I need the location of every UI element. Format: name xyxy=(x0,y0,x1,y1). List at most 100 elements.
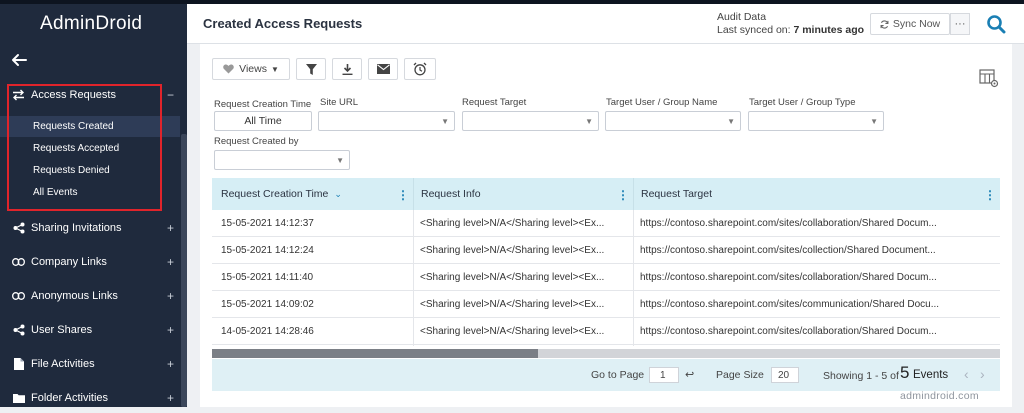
caret-down-icon: ▼ xyxy=(336,156,344,165)
sync-icon xyxy=(880,19,889,29)
link-icon xyxy=(12,256,25,269)
table-row[interactable]: 14-05-2021 14:28:46 <Sharing level>N/A</… xyxy=(212,318,1000,345)
expand-icon[interactable]: + xyxy=(167,391,174,405)
caret-down-icon: ▼ xyxy=(727,117,735,126)
filter-label-target-user-group-name: Target User / Group Name xyxy=(606,97,718,108)
cell-request-info: <Sharing level>N/A</Sharing level><Ex... xyxy=(420,245,605,256)
page-size-input[interactable]: 20 xyxy=(771,367,799,383)
column-settings-icon[interactable] xyxy=(979,68,999,88)
column-header-request-target[interactable]: Request Target ⋮ xyxy=(633,178,1000,210)
page-title: Created Access Requests xyxy=(203,16,363,31)
column-menu-icon[interactable]: ⋮ xyxy=(617,188,629,202)
cell-request-target: https://contoso.sharepoint.com/sites/col… xyxy=(640,326,937,337)
cell-creation-time: 15-05-2021 14:09:02 xyxy=(221,299,314,310)
sidebar-item-sharing-invitations[interactable]: Sharing Invitations + xyxy=(0,213,180,243)
table-row[interactable]: 15-05-2021 14:12:24 <Sharing level>N/A</… xyxy=(212,237,1000,264)
last-synced-text: Last synced on: 7 minutes ago xyxy=(717,24,865,36)
filter-label-target-user-group-type: Target User / Group Type xyxy=(749,97,856,108)
schedule-button[interactable] xyxy=(404,58,436,80)
email-button[interactable] xyxy=(368,58,398,80)
file-icon xyxy=(12,358,25,371)
cell-creation-time: 15-05-2021 14:12:37 xyxy=(221,218,314,229)
table-row[interactable]: 15-05-2021 14:12:37 <Sharing level>N/A</… xyxy=(212,210,1000,237)
sidebar-scrollbar-thumb[interactable] xyxy=(181,134,187,407)
enter-icon[interactable]: ↩ xyxy=(685,368,694,381)
request-creation-time-filter[interactable]: All Time xyxy=(214,111,312,131)
showing-prefix: Showing 1 - 5 of xyxy=(823,370,899,382)
highlight-box xyxy=(7,84,162,211)
column-header-request-creation-time[interactable]: Request Creation Time ⌄ ⋮ xyxy=(212,178,413,210)
export-button[interactable] xyxy=(332,58,362,80)
filter-label-request-created-by: Request Created by xyxy=(214,136,299,147)
download-icon xyxy=(342,63,353,75)
filter-icon xyxy=(305,63,317,75)
audit-info: Audit Data Last synced on: 7 minutes ago xyxy=(717,11,864,37)
column-divider xyxy=(413,210,414,346)
expand-icon[interactable]: + xyxy=(167,221,174,235)
filter-label-site-url: Site URL xyxy=(320,97,359,108)
sidebar-item-folder-activities[interactable]: Folder Activities + xyxy=(0,383,180,413)
go-to-page-label: Go to Page xyxy=(591,369,645,381)
cell-request-info: <Sharing level>N/A</Sharing level><Ex... xyxy=(420,218,605,229)
column-menu-icon[interactable]: ⋮ xyxy=(984,188,996,202)
sidebar-item-label: File Activities xyxy=(31,358,95,370)
request-created-by-filter[interactable]: ▼ xyxy=(214,150,350,170)
more-options-button[interactable]: ··· xyxy=(950,13,970,35)
collapse-icon[interactable]: − xyxy=(167,88,174,102)
filter-label-request-creation-time: Request Creation Time xyxy=(214,99,312,110)
sidebar-item-user-shares[interactable]: User Shares + xyxy=(0,315,180,345)
filter-label-request-target: Request Target xyxy=(462,97,527,108)
go-to-page-input[interactable]: 1 xyxy=(649,367,679,383)
heart-icon xyxy=(223,64,234,74)
sidebar-item-anonymous-links[interactable]: Anonymous Links + xyxy=(0,281,180,311)
page-header: Created Access Requests Audit Data Last … xyxy=(187,4,1024,44)
page-size-label: Page Size xyxy=(716,369,764,381)
sidebar-item-label: Anonymous Links xyxy=(31,290,118,302)
caret-down-icon: ▼ xyxy=(585,117,593,126)
sidebar-item-company-links[interactable]: Company Links + xyxy=(0,247,180,277)
search-icon[interactable] xyxy=(984,12,1008,36)
table-row[interactable]: 15-05-2021 14:11:40 <Sharing level>N/A</… xyxy=(212,264,1000,291)
sort-desc-icon[interactable]: ⌄ xyxy=(334,189,342,200)
sidebar-item-label: User Shares xyxy=(31,324,93,336)
sync-time: 7 minutes ago xyxy=(793,24,865,36)
grid-scrollbar-thumb[interactable] xyxy=(212,349,538,358)
cell-request-target: https://contoso.sharepoint.com/sites/col… xyxy=(640,272,937,283)
sidebar-item-label: Folder Activities xyxy=(31,392,109,404)
previous-page-icon[interactable]: ‹ xyxy=(964,366,969,382)
mail-icon xyxy=(376,64,390,74)
sidebar-item-label: Company Links xyxy=(31,256,107,268)
sync-now-button[interactable]: Sync Now xyxy=(870,13,950,35)
audit-label: Audit Data xyxy=(717,11,767,23)
alarm-clock-icon xyxy=(413,62,427,76)
expand-icon[interactable]: + xyxy=(167,357,174,371)
caret-down-icon: ▼ xyxy=(870,117,878,126)
target-user-group-type-filter[interactable]: ▼ xyxy=(748,111,884,131)
expand-icon[interactable]: + xyxy=(167,289,174,303)
app-logo: AdminDroid xyxy=(40,13,143,34)
views-button[interactable]: Views ▼ xyxy=(212,58,290,80)
sidebar-item-label: Sharing Invitations xyxy=(31,222,122,234)
column-divider xyxy=(633,210,634,346)
expand-icon[interactable]: + xyxy=(167,323,174,337)
table-row[interactable]: 15-05-2021 14:09:02 <Sharing level>N/A</… xyxy=(212,291,1000,318)
column-header-request-info[interactable]: Request Info ⋮ xyxy=(413,178,633,210)
next-page-icon[interactable]: › xyxy=(980,366,985,382)
sync-now-label: Sync Now xyxy=(892,18,941,30)
cell-request-target: https://contoso.sharepoint.com/sites/col… xyxy=(640,245,936,256)
cell-creation-time: 15-05-2021 14:12:24 xyxy=(221,245,314,256)
link-icon xyxy=(12,290,25,303)
back-arrow-icon[interactable] xyxy=(10,52,28,68)
sidebar-item-file-activities[interactable]: File Activities + xyxy=(0,349,180,379)
target-user-group-name-filter[interactable]: ▼ xyxy=(605,111,741,131)
data-grid: Request Creation Time ⌄ ⋮ Request Info ⋮… xyxy=(212,178,1000,389)
expand-icon[interactable]: + xyxy=(167,255,174,269)
cell-request-info: <Sharing level>N/A</Sharing level><Ex... xyxy=(420,326,605,337)
report-panel: Views ▼ Request Creation Time All Time S… xyxy=(200,44,1012,407)
request-target-filter[interactable]: ▼ xyxy=(462,111,599,131)
filter-button[interactable] xyxy=(296,58,326,80)
caret-down-icon: ▼ xyxy=(441,117,449,126)
cell-creation-time: 14-05-2021 14:28:46 xyxy=(221,326,314,337)
column-menu-icon[interactable]: ⋮ xyxy=(397,188,409,202)
site-url-filter[interactable]: ▼ xyxy=(318,111,455,131)
